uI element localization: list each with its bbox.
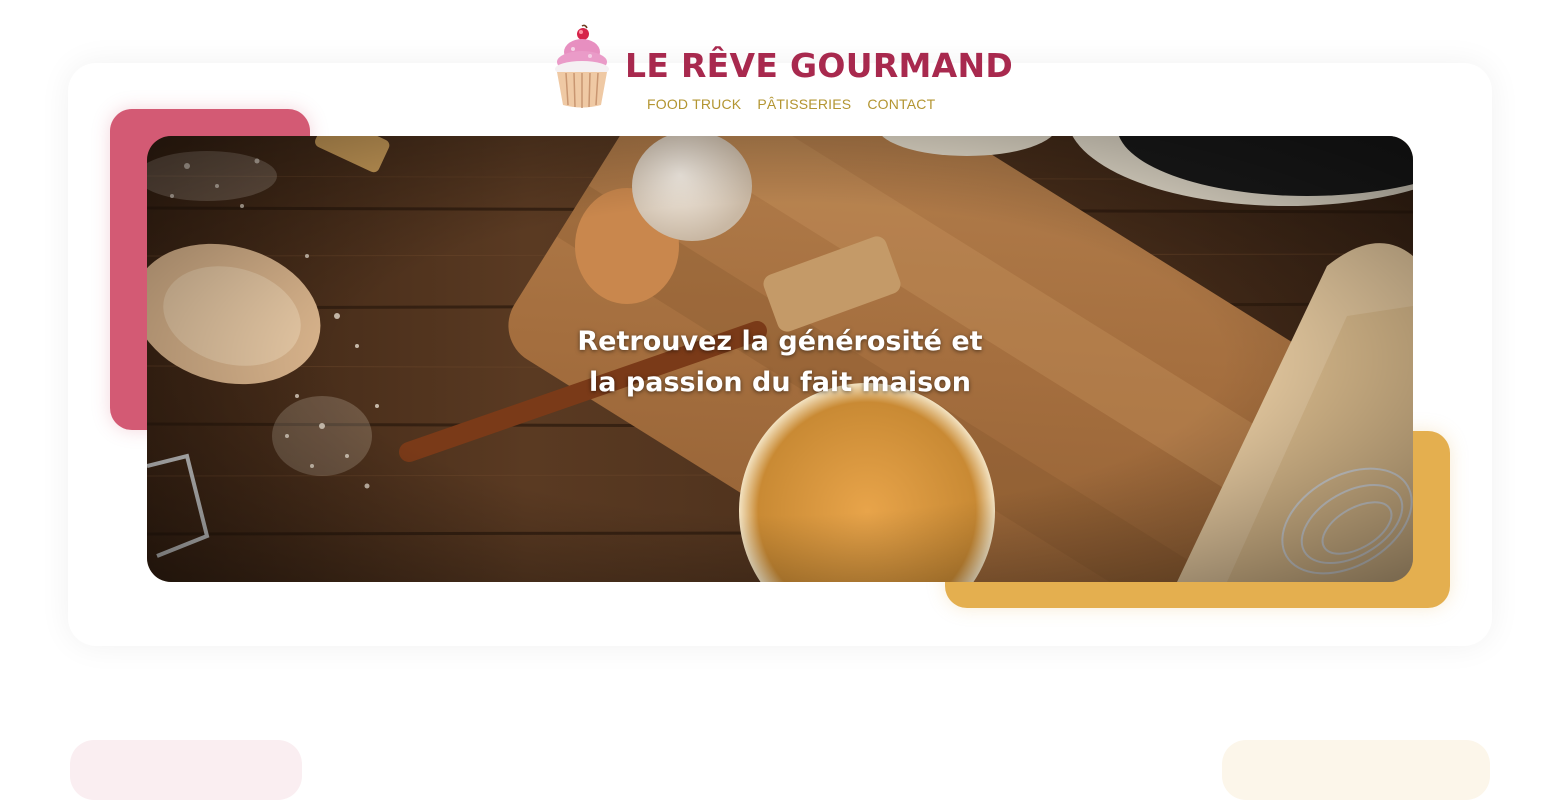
- site-header: LE RÊVE GOURMAND FOOD TRUCK PÂTISSERIES …: [552, 22, 1013, 118]
- cupcake-icon[interactable]: [552, 22, 612, 110]
- next-section-pink-card: [70, 740, 302, 800]
- nav-food-truck[interactable]: FOOD TRUCK: [647, 96, 741, 112]
- hero-headline-line1: Retrouvez la générosité et: [577, 326, 983, 357]
- main-nav: FOOD TRUCK PÂTISSERIES CONTACT: [647, 96, 935, 112]
- next-section-gold-card: [1222, 740, 1490, 800]
- hero-banner: Retrouvez la générosité et la passion du…: [147, 136, 1413, 582]
- hero-headline-line2: la passion du fait maison: [589, 367, 971, 398]
- brand-name[interactable]: LE RÊVE GOURMAND: [625, 47, 1013, 85]
- nav-contact[interactable]: CONTACT: [867, 96, 935, 112]
- nav-patisseries[interactable]: PÂTISSERIES: [757, 96, 851, 112]
- hero-headline: Retrouvez la générosité et la passion du…: [147, 321, 1413, 403]
